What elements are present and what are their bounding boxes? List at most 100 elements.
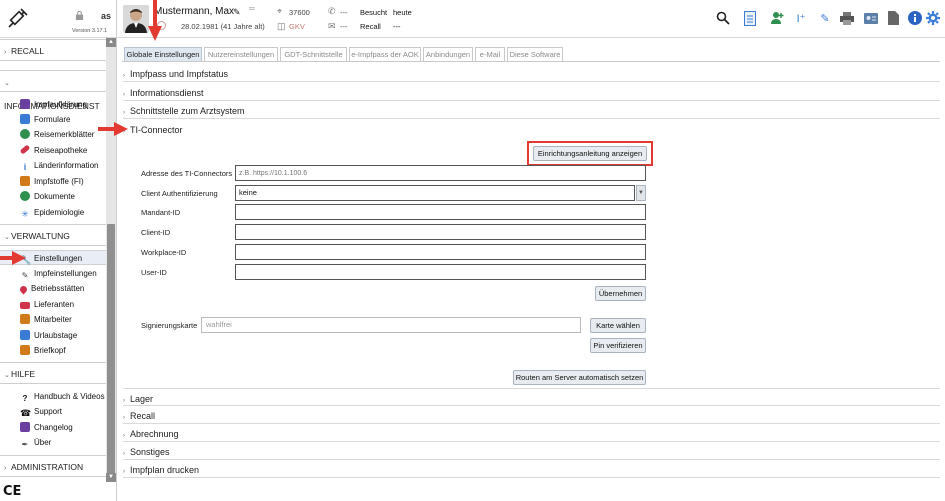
accordion-impfplan[interactable]: › Impfplan drucken: [123, 460, 940, 478]
sidebar-section-administration[interactable]: › ADMINISTRATION: [0, 455, 106, 477]
mandant-label: Mandant-ID: [141, 208, 181, 217]
sidebar-item-mitarbeiter[interactable]: Mitarbeiter: [20, 312, 72, 327]
user-input[interactable]: [235, 264, 646, 280]
sig-card-field[interactable]: wahlfrei: [201, 317, 581, 333]
tab-nutzereinstellungen[interactable]: Nutzereinstellungen: [204, 47, 278, 61]
sidebar-item-support[interactable]: ☎ Support: [20, 404, 62, 419]
chevron-right-icon: ›: [4, 465, 7, 472]
syringe-icon[interactable]: ✎: [817, 10, 833, 26]
virus-icon: ✳: [21, 209, 29, 219]
recall-label: Recall: [360, 22, 381, 31]
scroll-down-button[interactable]: ▼: [106, 473, 116, 482]
truck-icon: [20, 302, 30, 309]
tab-diese-software[interactable]: Diese Software: [507, 47, 563, 61]
email-value: ---: [340, 22, 348, 31]
sidebar-item-impfstoffe[interactable]: Impfstoffe (FI): [20, 174, 84, 189]
sidebar-item-formulare[interactable]: Formulare: [20, 112, 70, 127]
sidebar-item-briefkopf[interactable]: Briefkopf: [20, 343, 66, 358]
ce-mark: CE: [3, 484, 22, 499]
choose-card-button[interactable]: Karte wählen: [590, 318, 646, 333]
search-icon[interactable]: [715, 10, 731, 26]
sidebar-item-reiseapotheke[interactable]: Reiseapotheke: [19, 143, 87, 158]
recall-value: ---: [393, 22, 401, 31]
camera-icon: ◫: [277, 21, 286, 31]
tab-e-mail[interactable]: e-Mail: [475, 47, 505, 61]
workplace-input[interactable]: [235, 244, 646, 260]
tab-e-impfpass-aok[interactable]: e-Impfpass der AOK: [349, 47, 421, 61]
accordion-recall[interactable]: › Recall: [123, 406, 940, 424]
sidebar-section-verwaltung[interactable]: ⌄VERWALTUNG: [0, 224, 106, 246]
sidebar-item-label: Dokumente: [34, 192, 75, 201]
chevron-down-icon[interactable]: ▼: [636, 185, 646, 201]
accordion-lager[interactable]: › Lager: [123, 388, 940, 406]
chevron-right-icon: ›: [123, 469, 125, 475]
apply-button[interactable]: Übernehmen: [595, 286, 646, 301]
sidebar-section-hilfe[interactable]: ⌄HILFE: [0, 362, 106, 384]
verify-pin-button[interactable]: Pin verifizieren: [590, 338, 646, 353]
sidebar-item-label: Urlaubstage: [34, 331, 78, 340]
scroll-up-button[interactable]: ▲: [106, 38, 116, 47]
sidebar-item-reisemerkblaetter[interactable]: Reisemerkblätter: [20, 127, 94, 142]
pin-icon: [18, 284, 29, 295]
set-routes-button[interactable]: Routen am Server automatisch setzen: [513, 370, 646, 385]
sidebar-section-recall[interactable]: › RECALL: [0, 39, 106, 61]
postal-code: 37600: [289, 8, 310, 17]
accordion-label: Informationsdienst: [130, 88, 204, 98]
visited-label: Besucht: [360, 8, 388, 17]
accordion-schnittstelle[interactable]: › Schnittstelle zum Arztsystem: [123, 101, 940, 119]
section-label: HILFE: [11, 369, 36, 379]
add-patient-icon[interactable]: [769, 10, 785, 26]
sidebar-item-changelog[interactable]: Changelog: [20, 420, 73, 435]
phone-icon: ☎: [20, 408, 32, 418]
auth-select[interactable]: keine: [235, 185, 635, 201]
edit-pencil-icon[interactable]: ✎: [233, 7, 241, 18]
document-scan-icon[interactable]: [742, 10, 758, 26]
sidebar-item-label: Lieferanten: [34, 300, 75, 309]
lock-icon[interactable]: [75, 11, 84, 20]
user-initials[interactable]: as: [101, 11, 111, 21]
accordion-ti-connector[interactable]: › TI-Connector: [123, 120, 940, 138]
sidebar-item-label: Reisemerkblätter: [34, 130, 95, 139]
accordion-label: Lager: [130, 394, 154, 404]
add-entry-icon[interactable]: I⁺: [793, 10, 809, 26]
setup-guide-button[interactable]: Einrichtungsanleitung anzeigen: [533, 146, 647, 161]
accordion-abrechnung[interactable]: › Abrechnung: [123, 424, 940, 442]
arrow-right-icon: [0, 251, 26, 265]
gear-icon[interactable]: [925, 10, 941, 26]
sidebar-item-urlaubstage[interactable]: Urlaubstage: [20, 328, 77, 343]
patient-avatar: [123, 5, 149, 33]
letter-icon: [20, 345, 30, 355]
tab-gdt-schnittstelle[interactable]: GDT-Schnittstelle: [280, 47, 347, 61]
sidebar-item-dokumente[interactable]: Dokumente: [20, 189, 75, 204]
pill-icon: [19, 144, 31, 155]
syringe-icon: ✎: [21, 271, 29, 280]
sidebar-item-impfeinstellungen[interactable]: ✎ Impfeinstellungen: [20, 266, 97, 281]
address-input[interactable]: [235, 165, 646, 181]
mandant-input[interactable]: [235, 204, 646, 220]
file-icon[interactable]: [885, 10, 901, 26]
sidebar-item-lieferanten[interactable]: Lieferanten: [20, 297, 74, 312]
id-card-icon[interactable]: [863, 10, 879, 26]
sidebar-item-impfaufklaerung[interactable]: Impfaufklärung: [20, 97, 87, 112]
tab-globale-einstellungen[interactable]: Globale Einstellungen: [124, 47, 202, 61]
sidebar-item-laenderinformation[interactable]: i Länderinformation: [20, 158, 99, 173]
printer-icon[interactable]: [839, 10, 855, 26]
client-input[interactable]: [235, 224, 646, 240]
sidebar-item-betriebsstaetten[interactable]: Betriebsstätten: [18, 281, 84, 296]
accordion-sonstiges[interactable]: › Sonstiges: [123, 442, 940, 460]
patient-name: Mustermann, Max: [154, 6, 235, 17]
sidebar-item-ueber[interactable]: ✒ Über: [20, 435, 52, 450]
accordion-impfpass[interactable]: › Impfpass und Impfstatus: [123, 64, 940, 82]
sidebar-item-handbuch[interactable]: ? Handbuch & Videos: [20, 389, 105, 404]
sidebar-section-informationsdienst[interactable]: ⌄INFORMATIONSDIENST: [0, 70, 106, 111]
workplace-label: Workplace-ID: [141, 248, 187, 257]
question-icon: ?: [22, 394, 28, 403]
sidebar-scroll-thumb[interactable]: [107, 224, 115, 474]
minimize-icon[interactable]: ═: [249, 4, 255, 13]
info-icon[interactable]: [907, 10, 923, 26]
tab-anbindungen[interactable]: Anbindungen: [423, 47, 473, 61]
sidebar-item-epidemiologie[interactable]: ✳ Epidemiologie: [20, 205, 84, 220]
address-label: Adresse des TI-Connectors: [141, 169, 233, 178]
accordion-informationsdienst[interactable]: › Informationsdienst: [123, 83, 940, 101]
accordion-label: Schnittstelle zum Arztsystem: [130, 106, 245, 116]
